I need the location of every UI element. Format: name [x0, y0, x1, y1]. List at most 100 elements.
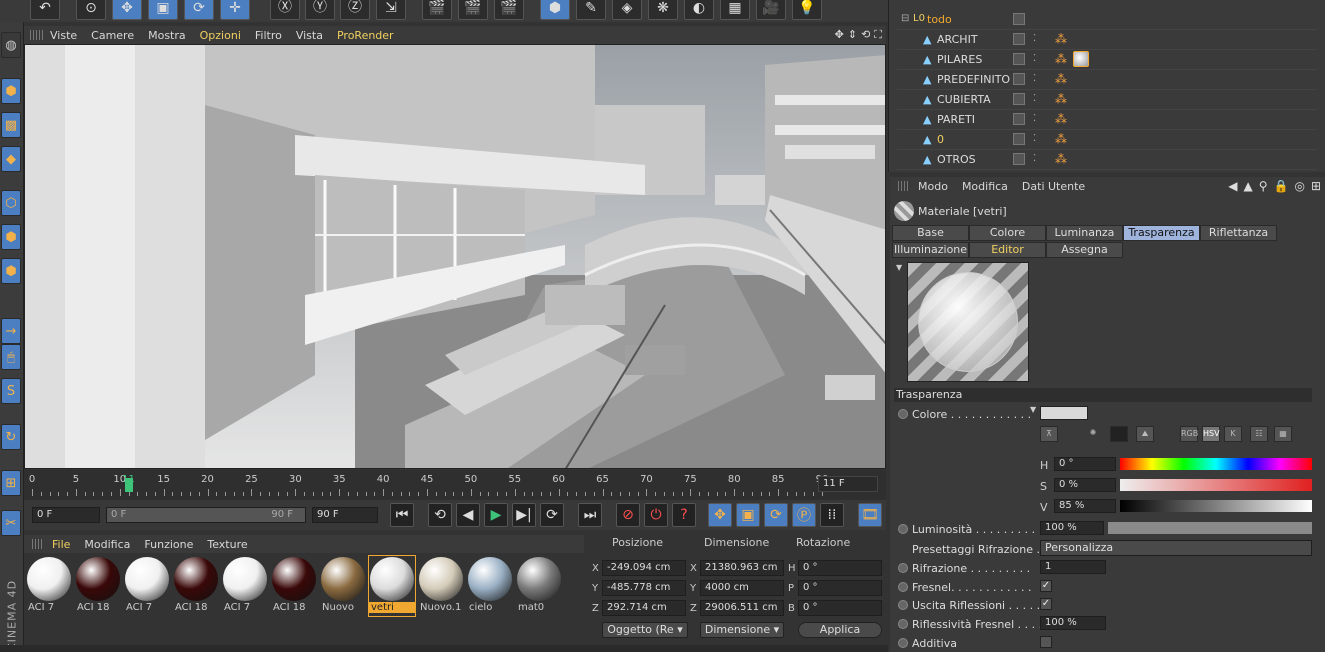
- previous-frame-icon[interactable]: ◀: [456, 503, 480, 527]
- record-keys-icon[interactable]: ⊘: [616, 503, 640, 527]
- render-settings-icon[interactable]: 🎬: [494, 0, 524, 20]
- render-dots-icon[interactable]: ⁚: [1033, 73, 1036, 84]
- object-row[interactable]: ▲ CUBIERTA ⁚ ⁂: [897, 90, 1317, 110]
- autokey-icon[interactable]: ⏻: [644, 503, 668, 527]
- tweak-mode-icon[interactable]: 🖱: [1, 344, 21, 370]
- visibility-toggle[interactable]: [1013, 13, 1025, 25]
- rotation-h-field[interactable]: 0 °: [798, 560, 882, 576]
- material-swatch[interactable]: ACI 18: [173, 556, 219, 616]
- previous-key-icon[interactable]: ⟲: [428, 503, 452, 527]
- search-icon[interactable]: ⚲: [1259, 179, 1268, 193]
- menu-modo[interactable]: Modo: [918, 180, 948, 193]
- position-x-field[interactable]: -249.094 cm: [602, 560, 686, 576]
- render-view-icon[interactable]: 🎬: [422, 0, 452, 20]
- eyedropper-icon[interactable]: ⊼: [1040, 426, 1058, 442]
- material-swatch[interactable]: ACI 18: [75, 556, 121, 616]
- visibility-toggle[interactable]: [1013, 33, 1025, 45]
- make-editable-icon[interactable]: ◍: [1, 32, 21, 58]
- animate-radio[interactable]: [898, 638, 908, 648]
- x-axis-lock-icon[interactable]: Ⓧ: [270, 0, 300, 20]
- color-wheel-icon[interactable]: ✺: [1084, 426, 1102, 442]
- render-dots-icon[interactable]: ⁚: [1033, 93, 1036, 104]
- tab-trasparenza[interactable]: Trasparenza: [1123, 225, 1200, 241]
- menu-modifica[interactable]: Modifica: [962, 180, 1008, 193]
- next-frame-icon[interactable]: ▶|: [512, 503, 536, 527]
- phong-tag-icon[interactable]: ⁂: [1055, 52, 1067, 66]
- size-z-field[interactable]: 29006.511 cm: [700, 600, 784, 616]
- record-parameter-icon[interactable]: Ⓟ: [792, 503, 816, 527]
- 3d-viewport[interactable]: [24, 44, 886, 469]
- tab-base[interactable]: Base: [892, 225, 969, 241]
- camera-icon[interactable]: 🎥: [756, 0, 786, 20]
- render-dots-icon[interactable]: ⁚: [1033, 33, 1036, 44]
- back-arrow-icon[interactable]: ◀: [1228, 179, 1237, 193]
- material-swatch[interactable]: ACI 7: [222, 556, 268, 616]
- material-swatch[interactable]: cielo: [467, 556, 513, 616]
- additiva-checkbox[interactable]: [1040, 636, 1052, 648]
- menu-opzioni[interactable]: Opzioni: [200, 29, 241, 42]
- size-mode-dropdown[interactable]: Dimensione ▾: [700, 622, 784, 638]
- start-frame-field[interactable]: 0 F: [32, 507, 100, 523]
- color-dropdown-arrow-icon[interactable]: ▼: [1030, 405, 1036, 414]
- saturation-field[interactable]: 0 %: [1054, 478, 1116, 492]
- animate-radio[interactable]: [898, 524, 908, 534]
- preview-range-slider[interactable]: 0 F 90 F: [106, 507, 306, 523]
- play-icon[interactable]: ▶: [484, 503, 508, 527]
- object-row[interactable]: ▲ PREDEFINITO ⁚ ⁂: [897, 70, 1317, 90]
- floor-icon[interactable]: ▦: [720, 0, 750, 20]
- preview-menu-arrow-icon[interactable]: ▼: [896, 263, 902, 272]
- animate-radio[interactable]: [898, 619, 908, 629]
- riflessivita-field[interactable]: 100 %: [1040, 616, 1106, 630]
- animate-radio[interactable]: [898, 582, 908, 592]
- hsv-mode-button[interactable]: HSV: [1202, 426, 1220, 442]
- object-row[interactable]: ▲ PARETI ⁚ ⁂: [897, 110, 1317, 130]
- visibility-toggle[interactable]: [1013, 133, 1025, 145]
- tab-luminanza[interactable]: Luminanza: [1046, 225, 1123, 241]
- phong-tag-icon[interactable]: ⁂: [1055, 92, 1067, 106]
- spectrum-icon[interactable]: [1110, 426, 1128, 442]
- tab-illuminazione[interactable]: Illuminazione: [892, 242, 969, 258]
- panel-grip-icon[interactable]: [32, 539, 44, 549]
- scale-tool-icon[interactable]: ▣: [148, 0, 178, 20]
- workplane-lock-icon[interactable]: ⊞: [1, 470, 21, 496]
- axis-mode-icon[interactable]: →: [1, 318, 21, 344]
- move-tool-icon[interactable]: ✥: [112, 0, 142, 20]
- hue-slider[interactable]: [1120, 458, 1312, 470]
- spline-pen-icon[interactable]: ✎: [576, 0, 606, 20]
- phong-tag-icon[interactable]: ⁂: [1055, 32, 1067, 46]
- object-row[interactable]: ▲ OTROS ⁚ ⁂: [897, 150, 1317, 170]
- swatches-icon[interactable]: ▦: [1274, 426, 1292, 442]
- pan-icon[interactable]: ✥: [835, 28, 844, 42]
- select-tool-icon[interactable]: ⊙: [76, 0, 106, 20]
- menu-camere[interactable]: Camere: [91, 29, 134, 42]
- menu-dati-utente[interactable]: Dati Utente: [1022, 180, 1085, 193]
- menu-file[interactable]: File: [52, 538, 70, 551]
- phong-tag-icon[interactable]: ⁂: [1055, 152, 1067, 166]
- coordinate-system-icon[interactable]: ⇲: [376, 0, 406, 20]
- value-slider[interactable]: [1120, 500, 1312, 512]
- color-swatch[interactable]: [1040, 406, 1088, 420]
- workplane-mode-icon[interactable]: ◆: [1, 146, 21, 172]
- uscita-riflessioni-checkbox[interactable]: ✓: [1040, 598, 1052, 610]
- material-swatch[interactable]: Nuovo.1: [418, 556, 464, 616]
- object-row[interactable]: ▲ PILARES ⁚ ⁂: [897, 50, 1317, 70]
- phong-tag-icon[interactable]: ⁂: [1055, 72, 1067, 86]
- material-swatch[interactable]: mat0: [516, 556, 562, 616]
- luminosita-field[interactable]: 100 %: [1040, 521, 1104, 535]
- collapse-icon[interactable]: ⊟: [901, 13, 909, 24]
- mixer-icon[interactable]: ☷: [1250, 426, 1268, 442]
- cube-primitive-icon[interactable]: ⬢: [540, 0, 570, 20]
- rotation-b-field[interactable]: 0 °: [798, 600, 882, 616]
- object-row[interactable]: ▲ 0 ⁚ ⁂: [897, 130, 1317, 150]
- menu-vista[interactable]: Vista: [296, 29, 323, 42]
- edges-mode-icon[interactable]: ⬢: [1, 224, 21, 250]
- value-field[interactable]: 85 %: [1054, 499, 1116, 513]
- new-panel-icon[interactable]: ◎: [1294, 179, 1304, 193]
- material-swatch-selected[interactable]: vetri: [368, 555, 416, 617]
- go-to-start-icon[interactable]: ⏮: [390, 503, 414, 527]
- animate-radio[interactable]: [898, 600, 908, 610]
- menu-prorender[interactable]: ProRender: [337, 29, 394, 42]
- generator-icon[interactable]: ◈: [612, 0, 642, 20]
- current-frame-field[interactable]: 11 F: [818, 476, 878, 492]
- fresnel-checkbox[interactable]: ✓: [1040, 580, 1052, 592]
